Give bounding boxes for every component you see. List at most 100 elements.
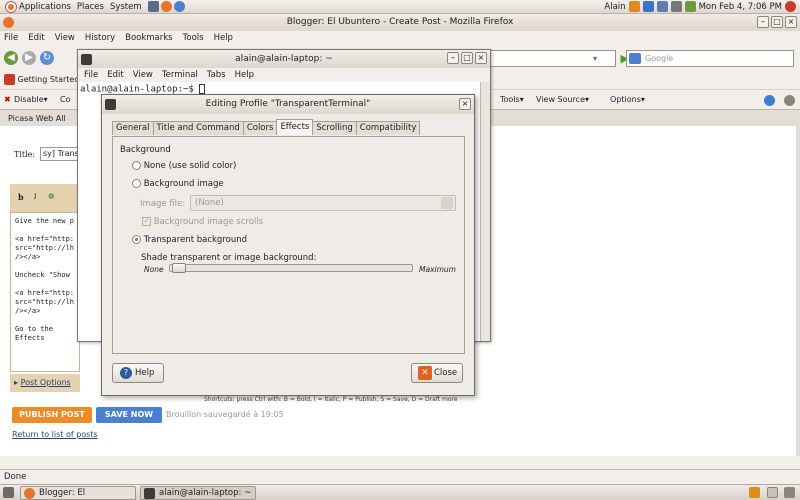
terminal-icon: [81, 54, 92, 65]
task-terminal-icon: [144, 488, 155, 499]
cursor: [199, 84, 206, 94]
search-input[interactable]: Google: [626, 50, 794, 67]
menu-bookmarks[interactable]: Bookmarks: [125, 31, 173, 45]
network-icon[interactable]: [656, 1, 668, 12]
user-name[interactable]: Alain: [604, 2, 625, 12]
radio-transparent[interactable]: Transparent background: [132, 235, 247, 245]
menu-edit[interactable]: Edit: [28, 31, 44, 45]
post-options-bar: ▸ Post Options: [10, 374, 80, 392]
italic-icon[interactable]: i: [34, 192, 37, 201]
volume-icon[interactable]: [670, 1, 682, 12]
tab-picasa[interactable]: Picasa Web All: [8, 114, 66, 123]
checkbox-indicator[interactable]: ✓: [142, 217, 151, 226]
radio-background-image[interactable]: Background image: [132, 179, 224, 189]
help-icon: ?: [120, 367, 132, 379]
trash-icon[interactable]: [784, 487, 795, 498]
workspace-switcher-2[interactable]: [767, 487, 778, 498]
web-launcher-icon[interactable]: [173, 1, 185, 12]
terminal-menu-tabs[interactable]: Tabs: [207, 68, 226, 82]
profile-tabs: General Title and Command Colors Effects…: [112, 119, 421, 135]
clock[interactable]: Mon Feb 4, 7:06 PM: [699, 2, 782, 12]
tab-colors[interactable]: Colors: [242, 121, 278, 135]
menu-file[interactable]: File: [4, 31, 18, 45]
update-icon[interactable]: [628, 1, 640, 12]
editor-toolbar: b i ❁: [10, 184, 80, 212]
power-icon[interactable]: [785, 1, 796, 12]
post-options-link[interactable]: Post Options: [21, 378, 71, 387]
page-scrollbar[interactable]: [796, 126, 800, 456]
terminal-menu-view[interactable]: View: [133, 68, 153, 82]
task-terminal[interactable]: alain@alain-laptop: ~: [140, 486, 256, 500]
radio-none-indicator[interactable]: [132, 161, 141, 170]
save-now-button[interactable]: SAVE NOW: [96, 407, 162, 423]
places-menu[interactable]: Places: [77, 2, 104, 12]
tab-compatibility[interactable]: Compatibility: [355, 121, 421, 135]
disable-menu[interactable]: Disable▾: [14, 90, 48, 110]
terminal-launcher-icon[interactable]: [147, 1, 159, 12]
reload-icon[interactable]: ↻: [40, 51, 54, 65]
minimize-button[interactable]: –: [757, 16, 769, 28]
title-input[interactable]: sy] Trans: [40, 147, 80, 161]
maximize-button[interactable]: □: [771, 16, 783, 28]
cookies-menu[interactable]: Co: [60, 90, 70, 110]
dialog-close-button[interactable]: ×: [459, 98, 471, 110]
menu-tools[interactable]: Tools: [183, 31, 204, 45]
task-firefox[interactable]: Blogger: El Ubuntero...: [20, 486, 136, 500]
shade-slider[interactable]: [169, 263, 413, 273]
editing-profile-dialog: Editing Profile "TransparentTerminal" × …: [101, 94, 475, 396]
radio-image-indicator[interactable]: [132, 179, 141, 188]
menu-history[interactable]: History: [85, 31, 115, 45]
effects-pane: Background None (use solid color) Backgr…: [112, 136, 465, 354]
disable-icon: ✖: [4, 95, 11, 104]
menu-help[interactable]: Help: [214, 31, 233, 45]
dropdown-arrow-icon[interactable]: ▾: [593, 54, 597, 63]
firefox-launcher-icon[interactable]: [160, 1, 172, 12]
image-scrolls-checkbox[interactable]: ✓ Background image scrolls: [142, 217, 263, 227]
shade-slider-handle[interactable]: [172, 263, 186, 273]
bookmark-getting-started[interactable]: Getting Started: [18, 75, 80, 84]
return-link[interactable]: Return to list of posts: [12, 430, 98, 439]
battery-icon[interactable]: [684, 1, 696, 12]
terminal-menu-help[interactable]: Help: [235, 68, 254, 82]
terminal-close-button[interactable]: ×: [475, 52, 487, 64]
terminal-scrollbar[interactable]: [480, 82, 490, 341]
validation-icon[interactable]: [764, 95, 775, 106]
options-menu[interactable]: Options▾: [610, 90, 645, 110]
radio-transparent-indicator[interactable]: [132, 235, 141, 244]
workspace-icon[interactable]: [749, 487, 760, 498]
forward-arrow-icon[interactable]: ▶: [22, 51, 36, 65]
image-file-chooser[interactable]: (None): [190, 195, 456, 211]
help-button[interactable]: ? Help: [112, 363, 164, 383]
ubuntu-logo-icon: [6, 1, 16, 12]
show-desktop-icon[interactable]: [3, 487, 14, 498]
terminal-menu-terminal[interactable]: Terminal: [162, 68, 198, 82]
close-button[interactable]: ×: [785, 16, 797, 28]
publish-post-button[interactable]: PUBLISH POST: [12, 407, 92, 423]
bluetooth-icon[interactable]: [642, 1, 654, 12]
applications-menu[interactable]: Applications: [6, 1, 71, 12]
tools-menu[interactable]: Tools▾: [500, 90, 524, 110]
google-icon: [629, 53, 641, 64]
post-editor[interactable]: Give the new p <a href="http: src="http:…: [10, 212, 80, 372]
terminal-titlebar: alain@alain-laptop: ~ – □ ×: [78, 50, 490, 68]
terminal-minimize-button[interactable]: –: [447, 52, 459, 64]
menu-view[interactable]: View: [55, 31, 75, 45]
system-menu[interactable]: System: [110, 2, 142, 12]
radio-none[interactable]: None (use solid color): [132, 161, 236, 171]
close-dialog-button[interactable]: ✕ Close: [411, 363, 463, 383]
tab-scrolling[interactable]: Scrolling: [312, 121, 357, 135]
bold-icon[interactable]: b: [18, 192, 24, 202]
shade-label: Shade transparent or image background:: [141, 253, 317, 263]
view-source-menu[interactable]: View Source▾: [536, 90, 589, 110]
top-panel: Applications Places System Alain Mon Feb…: [0, 0, 800, 14]
tab-effects[interactable]: Effects: [276, 119, 314, 135]
tab-general[interactable]: General: [112, 121, 154, 135]
terminal-maximize-button[interactable]: □: [461, 52, 473, 64]
tab-title-and-command[interactable]: Title and Command: [152, 121, 244, 135]
terminal-menu-edit[interactable]: Edit: [107, 68, 123, 82]
back-arrow-icon[interactable]: ◀: [4, 51, 18, 65]
link-icon[interactable]: ❁: [48, 192, 55, 201]
terminal-menu-file[interactable]: File: [84, 68, 98, 82]
window-title: Blogger: El Ubuntero - Create Post - Moz…: [286, 17, 514, 27]
close-toolbar-icon[interactable]: [784, 95, 795, 106]
